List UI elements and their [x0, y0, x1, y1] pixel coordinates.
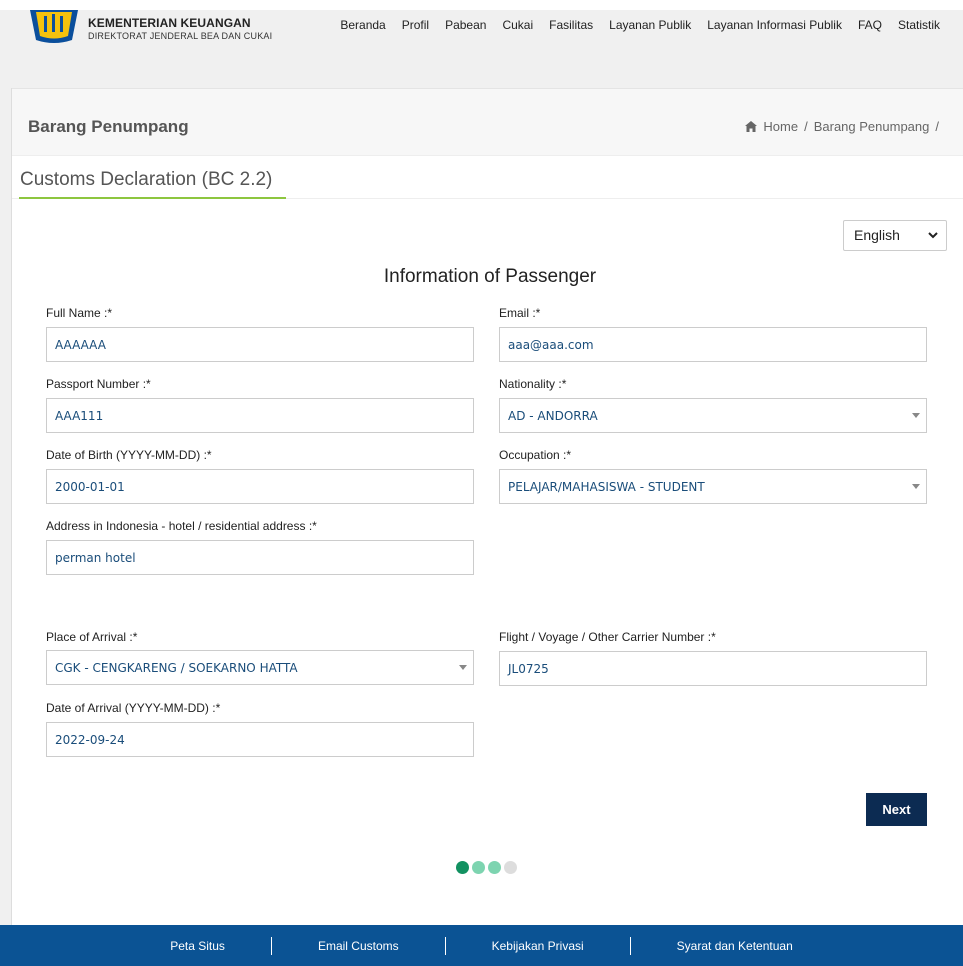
date-of-arrival-input[interactable]: 2022-09-24	[46, 722, 474, 757]
nav-fasilitas[interactable]: Fasilitas	[549, 18, 593, 32]
occupation-label: Occupation :*	[499, 448, 572, 462]
nav-profil[interactable]: Profil	[402, 18, 429, 32]
kemenkeu-logo-icon[interactable]	[28, 10, 80, 44]
footer-divider	[444, 936, 446, 955]
place-of-arrival-select[interactable]: CGK - CENGKARENG / SOEKARNO HATTA	[46, 650, 474, 685]
nav-beranda[interactable]: Beranda	[340, 18, 385, 32]
breadcrumb-home[interactable]: Home	[763, 119, 798, 134]
home-icon	[745, 121, 758, 132]
brand-subtitle: DIREKTORAT JENDERAL BEA DAN CUKAI	[88, 31, 273, 41]
page-title: Barang Penumpang	[28, 117, 189, 136]
tab-customs-declaration[interactable]: Customs Declaration (BC 2.2)	[19, 169, 286, 199]
address-label: Address in Indonesia - hotel / residenti…	[46, 519, 317, 533]
next-button[interactable]: Next	[866, 793, 927, 826]
passport-label: Passport Number :*	[46, 377, 151, 391]
site-header: KEMENTERIAN KEUANGAN DIREKTORAT JENDERAL…	[0, 0, 963, 88]
address-input[interactable]: perman hotel	[46, 540, 474, 575]
caret-down-icon	[912, 484, 920, 489]
passport-input[interactable]: AAA111	[46, 398, 474, 433]
language-select[interactable]: English	[843, 220, 947, 251]
email-input[interactable]: aaa@aaa.com	[499, 327, 927, 362]
section-title: Information of Passenger	[383, 266, 597, 287]
brand-title: KEMENTERIAN KEUANGAN	[88, 16, 251, 30]
place-of-arrival-select-value: CGK - CENGKARENG / SOEKARNO HATTA	[55, 661, 298, 675]
language-select-value: English	[854, 227, 900, 243]
main-content: Barang Penumpang Home / Barang Penumpang…	[11, 88, 963, 925]
place-of-arrival-label: Place of Arrival :*	[46, 630, 138, 644]
nav-layanan-publik[interactable]: Layanan Publik	[609, 18, 691, 32]
nationality-select[interactable]: AD - ANDORRA	[499, 398, 927, 433]
footer-link-email-customs[interactable]: Email Customs	[318, 939, 399, 953]
footer-link-peta-situs[interactable]: Peta Situs	[170, 939, 225, 953]
step-dot-2	[472, 861, 485, 874]
caret-down-icon	[912, 413, 920, 418]
step-dot-1	[456, 861, 469, 874]
breadcrumb-separator: /	[804, 119, 808, 134]
nationality-label: Nationality :*	[499, 377, 567, 391]
step-indicator	[456, 861, 517, 874]
main-nav: Beranda Profil Pabean Cukai Fasilitas La…	[340, 18, 940, 32]
flight-input[interactable]: JL0725	[499, 651, 927, 686]
nav-statistik[interactable]: Statistik	[898, 18, 940, 32]
brand-block: KEMENTERIAN KEUANGAN DIREKTORAT JENDERAL…	[88, 16, 272, 41]
page-header: Barang Penumpang Home / Barang Penumpang…	[12, 88, 963, 156]
step-dot-4	[504, 861, 517, 874]
nationality-select-value: AD - ANDORRA	[508, 409, 598, 423]
full-name-input[interactable]: AAAAAA	[46, 327, 474, 362]
nav-pabean[interactable]: Pabean	[445, 18, 486, 32]
chevron-down-icon	[928, 232, 938, 239]
footer-link-syarat-dan-ketentuan[interactable]: Syarat dan Ketentuan	[677, 939, 793, 953]
site-footer: Peta Situs Email Customs Kebijakan Priva…	[0, 925, 963, 966]
nav-faq[interactable]: FAQ	[858, 18, 882, 32]
step-dot-3	[488, 861, 501, 874]
breadcrumb-separator: /	[935, 119, 939, 134]
footer-divider	[270, 936, 272, 955]
occupation-select-value: PELAJAR/MAHASISWA - STUDENT	[508, 480, 705, 494]
nav-cukai[interactable]: Cukai	[502, 18, 533, 32]
full-name-label: Full Name :*	[46, 306, 113, 320]
flight-label: Flight / Voyage / Other Carrier Number :…	[499, 630, 716, 644]
dob-input[interactable]: 2000-01-01	[46, 469, 474, 504]
email-label: Email :*	[499, 306, 541, 320]
occupation-select[interactable]: PELAJAR/MAHASISWA - STUDENT	[499, 469, 927, 504]
dob-label: Date of Birth (YYYY-MM-DD) :*	[46, 448, 212, 462]
breadcrumb: Home / Barang Penumpang /	[745, 119, 939, 134]
caret-down-icon	[459, 665, 467, 670]
nav-layanan-informasi-publik[interactable]: Layanan Informasi Publik	[707, 18, 842, 32]
breadcrumb-current[interactable]: Barang Penumpang	[814, 119, 930, 134]
footer-link-kebijakan-privasi[interactable]: Kebijakan Privasi	[492, 939, 584, 953]
date-of-arrival-label: Date of Arrival (YYYY-MM-DD) :*	[46, 701, 221, 715]
footer-divider	[629, 936, 631, 955]
